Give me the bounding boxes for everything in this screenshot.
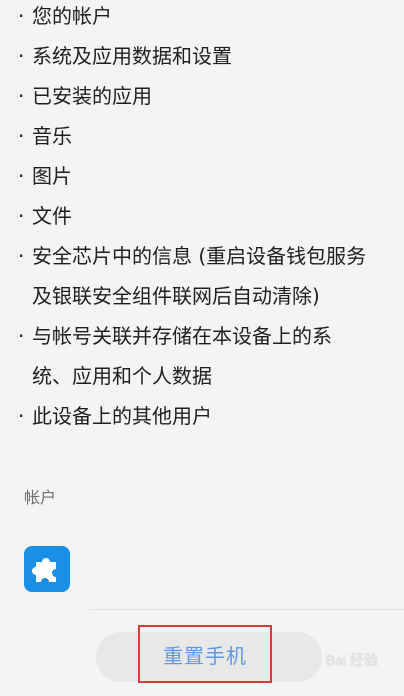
watermark: Bai 经验 — [325, 652, 378, 668]
list-item-text: 图片 — [32, 164, 72, 188]
list-item-text: 音乐 — [32, 124, 72, 148]
list-item-text-line-1: 安全芯片中的信息 (重启设备钱包服务 — [32, 244, 367, 268]
list-item: · 安全芯片中的信息 (重启设备钱包服务 及银联安全组件联网后自动清除) — [18, 236, 398, 316]
list-item: · 系统及应用数据和设置 — [18, 36, 398, 76]
list-item-text-line-2: 及银联安全组件联网后自动清除) — [32, 284, 320, 308]
list-item-text-line-2: 统、应用和个人数据 — [32, 364, 212, 388]
list-item-text: 已安装的应用 — [32, 84, 152, 108]
puzzle-piece-icon[interactable] — [24, 546, 70, 592]
list-item: · 图片 — [18, 156, 398, 196]
list-item-text-line-1: 与帐号关联并存储在本设备上的系 — [32, 324, 332, 348]
divider — [90, 609, 404, 610]
list-item: · 此设备上的其他用户 — [18, 396, 398, 436]
reset-phone-button[interactable]: 重置手机 — [138, 625, 272, 683]
list-item: · 文件 — [18, 196, 398, 236]
list-item: · 音乐 — [18, 116, 398, 156]
list-item: · 您的帐户 — [18, 0, 398, 36]
list-item: · 已安装的应用 — [18, 76, 398, 116]
list-item-text: 系统及应用数据和设置 — [32, 44, 232, 68]
list-item-text: 您的帐户 — [32, 4, 112, 28]
reset-items-list: · 您的帐户 · 系统及应用数据和设置 · 已安装的应用 · 音乐 · 图片 ·… — [18, 0, 398, 440]
accounts-section-label: 帐户 — [24, 488, 57, 507]
list-item-text: 此设备上的其他用户 — [32, 404, 212, 428]
list-item: · 与帐号关联并存储在本设备上的系 统、应用和个人数据 — [18, 316, 398, 396]
list-item-text: 文件 — [32, 204, 72, 228]
